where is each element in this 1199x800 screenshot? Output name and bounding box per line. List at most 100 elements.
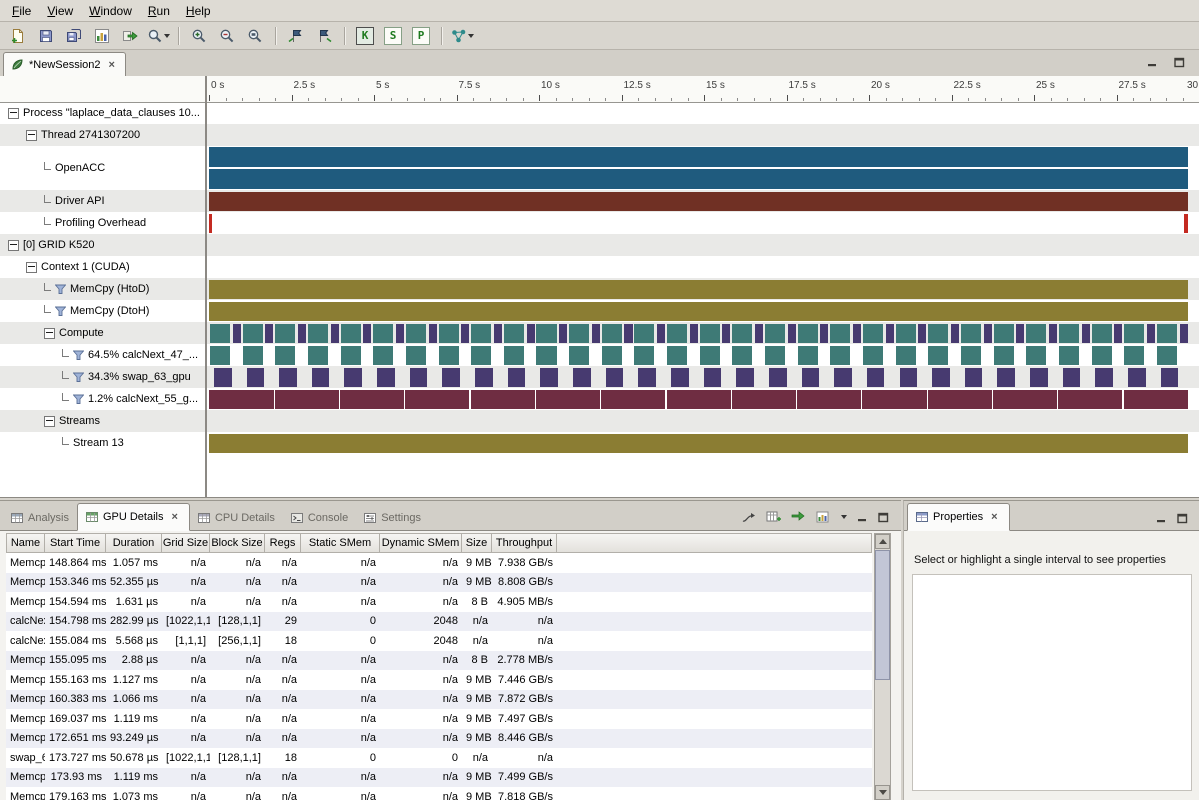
export-data-icon[interactable] bbox=[791, 510, 806, 524]
interval-kernel-swap63[interactable] bbox=[475, 368, 493, 387]
timeline-row-context-1[interactable]: Context 1 (CUDA) bbox=[0, 256, 205, 278]
interval-kernel-swap63[interactable] bbox=[638, 368, 656, 387]
interval-compute[interactable] bbox=[634, 324, 654, 343]
scroll-up-button[interactable] bbox=[875, 534, 890, 549]
interval-compute[interactable] bbox=[439, 324, 459, 343]
interval-kernel-calcnext47[interactable] bbox=[1157, 346, 1177, 365]
interval-compute[interactable] bbox=[667, 324, 687, 343]
interval-compute[interactable] bbox=[1049, 324, 1057, 343]
collapse-toggle-icon[interactable] bbox=[8, 240, 19, 251]
interval-kernel-swap63[interactable] bbox=[802, 368, 820, 387]
chart-export-icon[interactable] bbox=[816, 510, 831, 524]
interval-kernel-swap63[interactable] bbox=[867, 368, 885, 387]
interval-kernel-calcnext47[interactable] bbox=[961, 346, 981, 365]
table-row[interactable]: Memcpy154.594 ms1.631 µsn/an/an/an/an/a8… bbox=[6, 592, 872, 612]
interval-compute[interactable] bbox=[886, 324, 894, 343]
interval-compute[interactable] bbox=[1157, 324, 1177, 343]
interval-compute[interactable] bbox=[210, 324, 230, 343]
interval-kernel-calcnext55[interactable] bbox=[797, 390, 861, 409]
filter-icon[interactable] bbox=[55, 306, 66, 317]
collapse-toggle-icon[interactable] bbox=[26, 130, 37, 141]
tab-cpu-details[interactable]: CPU Details bbox=[190, 506, 283, 529]
interval-compute[interactable] bbox=[1114, 324, 1122, 343]
interval-compute[interactable] bbox=[657, 324, 665, 343]
timeline-row-stream-13[interactable]: Stream 13 bbox=[0, 432, 205, 454]
search-menu-button[interactable] bbox=[145, 24, 171, 48]
interval-stream-13[interactable] bbox=[209, 434, 1188, 453]
interval-kernel-swap63[interactable] bbox=[606, 368, 624, 387]
column-header-size[interactable]: Size bbox=[462, 533, 492, 553]
zoom-fit-button[interactable] bbox=[242, 24, 268, 48]
interval-kernel-calcnext55[interactable] bbox=[928, 390, 992, 409]
interval-kernel-calcnext47[interactable] bbox=[994, 346, 1014, 365]
interval-compute[interactable] bbox=[1016, 324, 1024, 343]
interval-compute[interactable] bbox=[494, 324, 502, 343]
interval-compute[interactable] bbox=[863, 324, 883, 343]
tab-properties[interactable]: Properties × bbox=[907, 503, 1010, 531]
interval-kernel-calcnext47[interactable] bbox=[275, 346, 295, 365]
interval-kernel-swap63[interactable] bbox=[965, 368, 983, 387]
filter-icon[interactable] bbox=[73, 372, 84, 383]
interval-compute[interactable] bbox=[341, 324, 361, 343]
interval-compute[interactable] bbox=[308, 324, 328, 343]
table-row[interactable]: calcNext155.084 ms5.568 µs[1,1,1][256,1,… bbox=[6, 631, 872, 651]
interval-compute[interactable] bbox=[602, 324, 622, 343]
filter-icon[interactable] bbox=[73, 394, 84, 405]
interval-compute[interactable] bbox=[820, 324, 828, 343]
interval-kernel-swap63[interactable] bbox=[442, 368, 460, 387]
table-row[interactable]: Memcpy179.163 ms1.073 msn/an/an/an/an/a9… bbox=[6, 787, 872, 800]
filter-icon[interactable] bbox=[73, 350, 84, 361]
interval-compute[interactable] bbox=[265, 324, 273, 343]
interval-compute[interactable] bbox=[243, 324, 263, 343]
interval-kernel-swap63[interactable] bbox=[214, 368, 232, 387]
column-header-start-time[interactable]: Start Time bbox=[45, 533, 106, 553]
interval-kernel-calcnext47[interactable] bbox=[439, 346, 459, 365]
interval-kernel-calcnext47[interactable] bbox=[308, 346, 328, 365]
maximize-icon[interactable] bbox=[878, 512, 889, 523]
interval-compute[interactable] bbox=[429, 324, 437, 343]
table-row[interactable]: Memcpy173.93 ms1.119 msn/an/an/an/an/a9 … bbox=[6, 768, 872, 788]
zoom-out-button[interactable] bbox=[214, 24, 240, 48]
interval-kernel-swap63[interactable] bbox=[1095, 368, 1113, 387]
table-row[interactable]: Memcpy155.163 ms1.127 msn/an/an/an/an/a9… bbox=[6, 670, 872, 690]
interval-kernel-calcnext47[interactable] bbox=[1026, 346, 1046, 365]
interval-compute[interactable] bbox=[765, 324, 785, 343]
interval-kernel-calcnext47[interactable] bbox=[406, 346, 426, 365]
tab-gpu-details[interactable]: GPU Details × bbox=[77, 503, 190, 531]
scroll-down-button[interactable] bbox=[875, 785, 890, 800]
interval-compute[interactable] bbox=[951, 324, 959, 343]
interval-kernel-calcnext47[interactable] bbox=[373, 346, 393, 365]
close-icon[interactable]: × bbox=[106, 58, 118, 72]
interval-kernel-calcnext55[interactable] bbox=[405, 390, 469, 409]
interval-compute[interactable] bbox=[527, 324, 535, 343]
close-icon[interactable]: × bbox=[988, 510, 1000, 524]
zoom-in-button[interactable] bbox=[186, 24, 212, 48]
process-view-toggle[interactable]: P bbox=[408, 24, 434, 48]
table-row[interactable]: Memcpy160.383 ms1.066 msn/an/an/an/an/a9… bbox=[6, 690, 872, 710]
interval-kernel-calcnext47[interactable] bbox=[863, 346, 883, 365]
column-header-block-size[interactable]: Block Size bbox=[210, 533, 265, 553]
interval-compute[interactable] bbox=[722, 324, 730, 343]
tree-splitter[interactable] bbox=[205, 76, 207, 497]
interval-compute[interactable] bbox=[1059, 324, 1079, 343]
group-columns-icon[interactable] bbox=[766, 510, 781, 524]
interval-kernel-calcnext55[interactable] bbox=[340, 390, 404, 409]
collapse-toggle-icon[interactable] bbox=[26, 262, 37, 273]
interval-kernel-calcnext47[interactable] bbox=[569, 346, 589, 365]
interval-memcpy-dtoh[interactable] bbox=[209, 302, 1188, 321]
interval-kernel-calcnext47[interactable] bbox=[798, 346, 818, 365]
interval-kernel-calcnext55[interactable] bbox=[601, 390, 665, 409]
interval-kernel-swap63[interactable] bbox=[312, 368, 330, 387]
tab-session[interactable]: *NewSession2 × bbox=[3, 52, 126, 76]
interval-compute[interactable] bbox=[331, 324, 339, 343]
interval-kernel-calcnext47[interactable] bbox=[602, 346, 622, 365]
interval-compute[interactable] bbox=[788, 324, 796, 343]
interval-compute[interactable] bbox=[1082, 324, 1090, 343]
column-header-grid-size[interactable]: Grid Size bbox=[162, 533, 210, 553]
interval-kernel-calcnext47[interactable] bbox=[341, 346, 361, 365]
interval-compute[interactable] bbox=[700, 324, 720, 343]
interval-compute[interactable] bbox=[396, 324, 404, 343]
interval-compute[interactable] bbox=[798, 324, 818, 343]
menu-window[interactable]: Window bbox=[81, 2, 140, 20]
interval-kernel-calcnext47[interactable] bbox=[1124, 346, 1144, 365]
